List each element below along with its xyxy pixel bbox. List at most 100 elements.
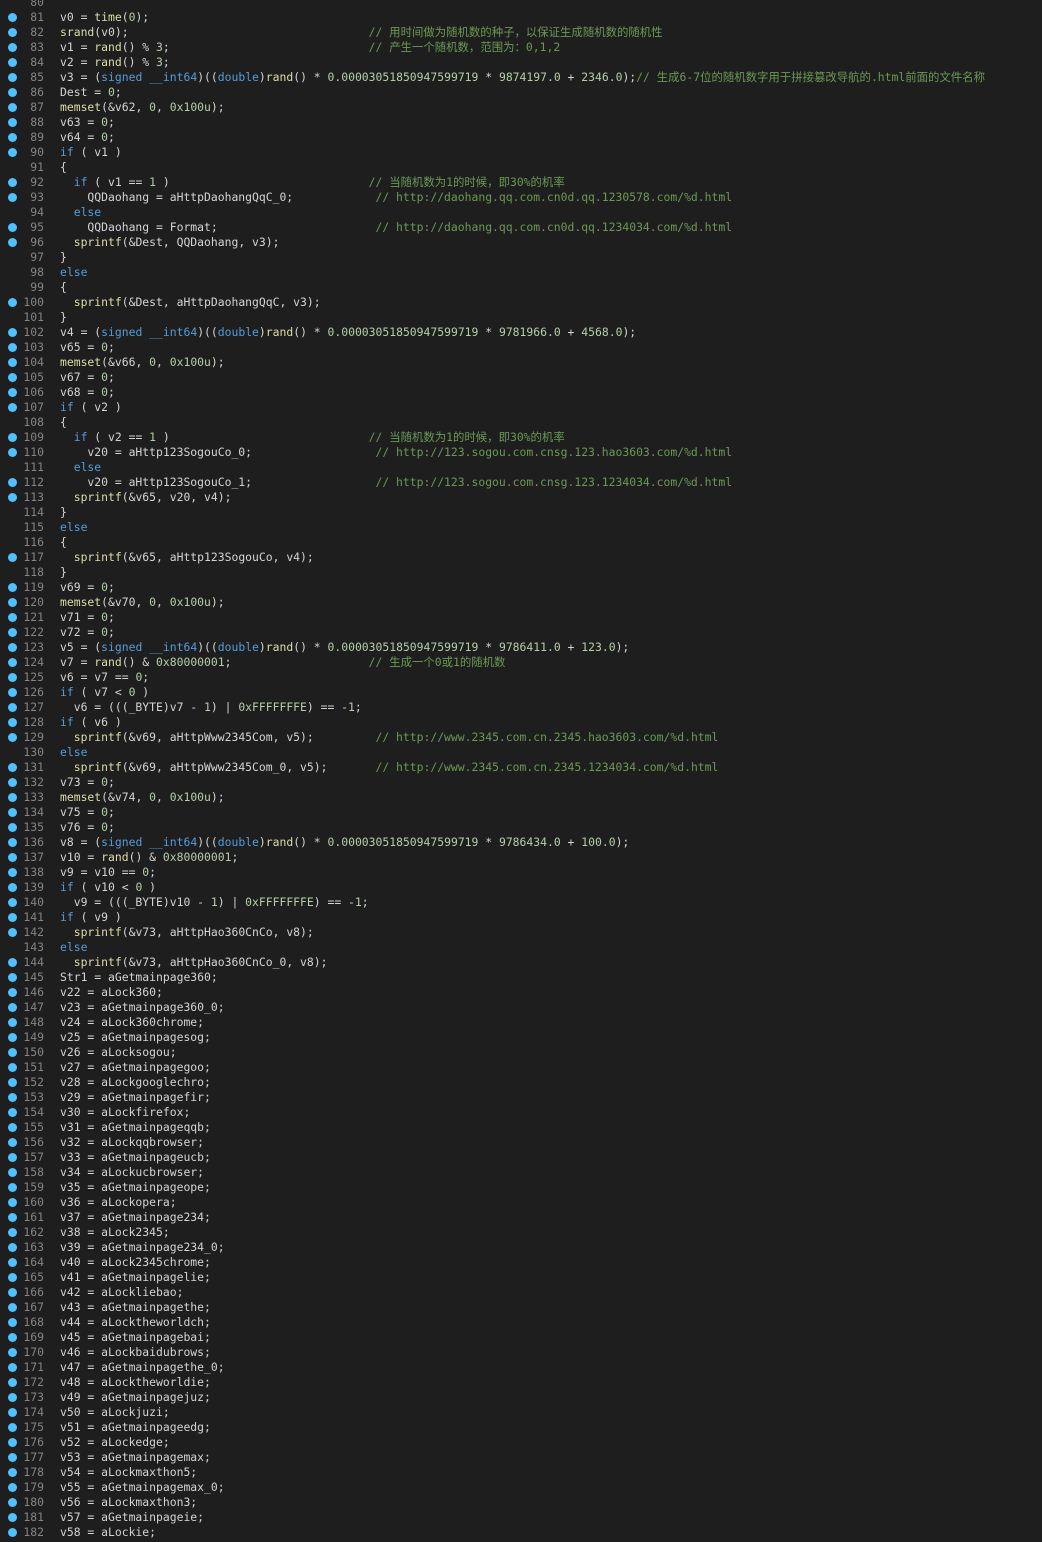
- code-line[interactable]: 181 v57 = aGetmainpageie;: [0, 1510, 1042, 1525]
- code-line[interactable]: 179 v55 = aGetmainpagemax_0;: [0, 1480, 1042, 1495]
- code-line[interactable]: 150 v26 = aLocksogou;: [0, 1045, 1042, 1060]
- code-line[interactable]: 145 Str1 = aGetmainpage360;: [0, 970, 1042, 985]
- breakpoint-icon[interactable]: [8, 328, 17, 337]
- breakpoint-icon[interactable]: [8, 73, 17, 82]
- code-line[interactable]: 90 if ( v1 ): [0, 145, 1042, 160]
- breakpoint-icon[interactable]: [8, 223, 17, 232]
- code-line[interactable]: 114}: [0, 505, 1042, 520]
- code-line[interactable]: 103 v65 = 0;: [0, 340, 1042, 355]
- code-line[interactable]: 88 v63 = 0;: [0, 115, 1042, 130]
- breakpoint-icon[interactable]: [8, 1288, 17, 1297]
- code-line[interactable]: 153 v29 = aGetmainpagefir;: [0, 1090, 1042, 1105]
- breakpoint-icon[interactable]: [8, 1363, 17, 1372]
- code-line[interactable]: 173 v49 = aGetmainpagejuz;: [0, 1390, 1042, 1405]
- code-line[interactable]: 146 v22 = aLock360;: [0, 985, 1042, 1000]
- breakpoint-icon[interactable]: [8, 1093, 17, 1102]
- breakpoint-icon[interactable]: [8, 853, 17, 862]
- breakpoint-icon[interactable]: [8, 733, 17, 742]
- breakpoint-icon[interactable]: [8, 343, 17, 352]
- breakpoint-icon[interactable]: [8, 1183, 17, 1192]
- code-line[interactable]: 82 srand(v0); // 用时间做为随机数的种子，以保证生成随机数的随机性: [0, 25, 1042, 40]
- code-line[interactable]: 125 v6 = v7 == 0;: [0, 670, 1042, 685]
- code-line[interactable]: 86 Dest = 0;: [0, 85, 1042, 100]
- code-line[interactable]: 124 v7 = rand() & 0x80000001; // 生成一个0或1的…: [0, 655, 1042, 670]
- breakpoint-icon[interactable]: [8, 838, 17, 847]
- breakpoint-icon[interactable]: [8, 1108, 17, 1117]
- code-line[interactable]: 126 if ( v7 < 0 ): [0, 685, 1042, 700]
- code-editor[interactable]: 80 81 v0 = time(0); 82 srand(v0); // 用时间做为随机…: [0, 0, 1042, 1542]
- code-line[interactable]: 81 v0 = time(0);: [0, 10, 1042, 25]
- code-line[interactable]: 110 v20 = aHttp123SogouCo_0; // http://1…: [0, 445, 1042, 460]
- breakpoint-icon[interactable]: [8, 868, 17, 877]
- code-line[interactable]: 122 v72 = 0;: [0, 625, 1042, 640]
- code-line[interactable]: 138 v9 = v10 == 0;: [0, 865, 1042, 880]
- code-line[interactable]: 80: [0, 0, 1042, 10]
- breakpoint-icon[interactable]: [8, 1258, 17, 1267]
- breakpoint-icon[interactable]: [8, 1513, 17, 1522]
- breakpoint-icon[interactable]: [8, 958, 17, 967]
- code-line[interactable]: 165 v41 = aGetmainpagelie;: [0, 1270, 1042, 1285]
- code-line[interactable]: 104 memset(&v66, 0, 0x100u);: [0, 355, 1042, 370]
- code-line[interactable]: 169 v45 = aGetmainpagebai;: [0, 1330, 1042, 1345]
- code-line[interactable]: 128 if ( v6 ): [0, 715, 1042, 730]
- breakpoint-icon[interactable]: [8, 1423, 17, 1432]
- code-line[interactable]: 101}: [0, 310, 1042, 325]
- breakpoint-icon[interactable]: [8, 1078, 17, 1087]
- code-line[interactable]: 85 v3 = (signed __int64)((double)rand() *…: [0, 70, 1042, 85]
- code-line[interactable]: 134 v75 = 0;: [0, 805, 1042, 820]
- code-line[interactable]: 118}: [0, 565, 1042, 580]
- code-line[interactable]: 117 sprintf(&v65, aHttp123SogouCo, v4);: [0, 550, 1042, 565]
- breakpoint-icon[interactable]: [8, 88, 17, 97]
- breakpoint-icon[interactable]: [8, 553, 17, 562]
- breakpoint-icon[interactable]: [8, 433, 17, 442]
- breakpoint-icon[interactable]: [8, 688, 17, 697]
- code-line[interactable]: 152 v28 = aLockgooglechro;: [0, 1075, 1042, 1090]
- code-line[interactable]: 112 v20 = aHttp123SogouCo_1; // http://1…: [0, 475, 1042, 490]
- breakpoint-icon[interactable]: [8, 358, 17, 367]
- code-line[interactable]: 84 v2 = rand() % 3;: [0, 55, 1042, 70]
- breakpoint-icon[interactable]: [8, 1303, 17, 1312]
- code-line[interactable]: 155 v31 = aGetmainpageqqb;: [0, 1120, 1042, 1135]
- breakpoint-icon[interactable]: [8, 1198, 17, 1207]
- breakpoint-icon[interactable]: [8, 373, 17, 382]
- breakpoint-icon[interactable]: [8, 583, 17, 592]
- breakpoint-icon[interactable]: [8, 1273, 17, 1282]
- breakpoint-icon[interactable]: [8, 1228, 17, 1237]
- code-line[interactable]: 93 QQDaohang = aHttpDaohangQqC_0; // htt…: [0, 190, 1042, 205]
- breakpoint-icon[interactable]: [8, 493, 17, 502]
- code-line[interactable]: 99 {: [0, 280, 1042, 295]
- code-line[interactable]: 172 v48 = aLocktheworldie;: [0, 1375, 1042, 1390]
- code-line[interactable]: 106 v68 = 0;: [0, 385, 1042, 400]
- code-line[interactable]: 137 v10 = rand() & 0x80000001;: [0, 850, 1042, 865]
- breakpoint-icon[interactable]: [8, 1003, 17, 1012]
- breakpoint-icon[interactable]: [8, 883, 17, 892]
- code-line[interactable]: 164 v40 = aLock2345chrome;: [0, 1255, 1042, 1270]
- breakpoint-icon[interactable]: [8, 1333, 17, 1342]
- breakpoint-icon[interactable]: [8, 1453, 17, 1462]
- breakpoint-icon[interactable]: [8, 43, 17, 52]
- code-line[interactable]: 147 v23 = aGetmainpage360_0;: [0, 1000, 1042, 1015]
- breakpoint-icon[interactable]: [8, 1213, 17, 1222]
- code-line[interactable]: 180 v56 = aLockmaxthon3;: [0, 1495, 1042, 1510]
- code-line[interactable]: 140 v9 = (((_BYTE)v10 - 1) | 0xFFFFFFFE)…: [0, 895, 1042, 910]
- breakpoint-icon[interactable]: [8, 643, 17, 652]
- code-line[interactable]: 109 if ( v2 == 1 ) // 当随机数为1的时候，即30%的机率: [0, 430, 1042, 445]
- code-line[interactable]: 130 else: [0, 745, 1042, 760]
- code-line[interactable]: 100 sprintf(&Dest, aHttpDaohangQqC, v3);: [0, 295, 1042, 310]
- code-line[interactable]: 160 v36 = aLockopera;: [0, 1195, 1042, 1210]
- code-line[interactable]: 116 {: [0, 535, 1042, 550]
- code-line[interactable]: 166 v42 = aLockliebao;: [0, 1285, 1042, 1300]
- code-line[interactable]: 161 v37 = aGetmainpage234;: [0, 1210, 1042, 1225]
- code-line[interactable]: 149 v25 = aGetmainpagesog;: [0, 1030, 1042, 1045]
- breakpoint-icon[interactable]: [8, 1123, 17, 1132]
- code-line[interactable]: 119 v69 = 0;: [0, 580, 1042, 595]
- code-line[interactable]: 131 sprintf(&v69, aHttpWww2345Com_0, v5)…: [0, 760, 1042, 775]
- code-line[interactable]: 111 else: [0, 460, 1042, 475]
- breakpoint-icon[interactable]: [8, 1498, 17, 1507]
- code-line[interactable]: 148 v24 = aLock360chrome;: [0, 1015, 1042, 1030]
- code-line[interactable]: 170 v46 = aLockbaidubrows;: [0, 1345, 1042, 1360]
- code-line[interactable]: 95 QQDaohang = Format; // http://daohang…: [0, 220, 1042, 235]
- code-line[interactable]: 83 v1 = rand() % 3; // 产生一个随机数，范围为：0,1,2: [0, 40, 1042, 55]
- code-line[interactable]: 113 sprintf(&v65, v20, v4);: [0, 490, 1042, 505]
- breakpoint-icon[interactable]: [8, 1138, 17, 1147]
